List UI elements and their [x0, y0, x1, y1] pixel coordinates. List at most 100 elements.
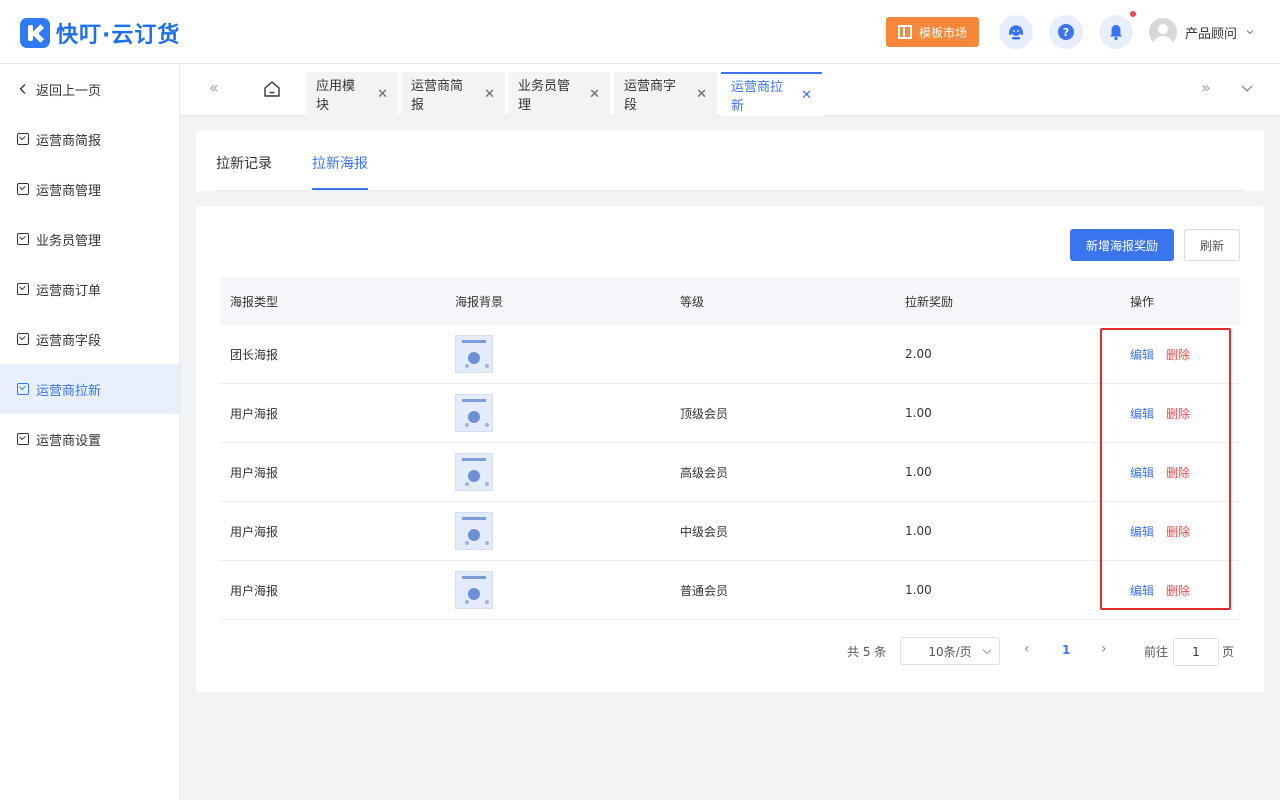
home-icon	[264, 81, 280, 97]
page-size-value: 10条/页	[928, 644, 972, 659]
tab-operator-fields[interactable]: 运营商字段 ✕	[614, 72, 717, 116]
menu-item-icon	[17, 133, 29, 145]
menu-item-icon	[17, 283, 29, 295]
subtabs-card: 拉新记录 拉新海报	[196, 131, 1264, 191]
close-icon[interactable]: ✕	[484, 87, 495, 102]
edit-button[interactable]: 编辑	[1130, 582, 1154, 599]
next-page-icon[interactable]: ›	[1101, 641, 1107, 657]
sidebar-item-settings[interactable]: 运营商设置	[0, 414, 179, 464]
delete-button[interactable]: 删除	[1166, 523, 1190, 540]
referral-reward: 1.00	[905, 583, 932, 597]
headset-icon	[1009, 25, 1023, 40]
sidebar-item-label: 运营商订单	[36, 283, 102, 299]
column-header-reward: 拉新奖励	[905, 294, 954, 309]
sidebar-item-operator-management[interactable]: 运营商管理	[0, 164, 179, 214]
sidebar-item-label: 运营商设置	[36, 433, 102, 449]
refresh-button[interactable]: 刷新	[1184, 229, 1240, 261]
tab-label: 运营商字段	[624, 79, 677, 113]
delete-button[interactable]: 删除	[1166, 582, 1190, 599]
sidebar-item-label: 运营商管理	[36, 183, 102, 199]
delete-button[interactable]: 删除	[1166, 405, 1190, 422]
sidebar-item-orders[interactable]: 运营商订单	[0, 264, 179, 314]
back-button[interactable]: 返回上一页	[0, 64, 179, 114]
chevron-down-icon	[982, 645, 992, 655]
poster-rewards-card: 新增海报奖励 刷新 海报类型 海报背景 等级 拉新奖励 操作 团长海报 2.00…	[196, 206, 1264, 692]
close-icon[interactable]: ✕	[589, 87, 600, 102]
tab-operator-brief[interactable]: 运营商简报 ✕	[401, 72, 505, 116]
chevron-down-icon[interactable]	[1240, 83, 1254, 95]
edit-button[interactable]: 编辑	[1130, 523, 1154, 540]
tab-app-modules[interactable]: 应用模块 ✕	[306, 72, 398, 116]
svg-text:?: ?	[1063, 26, 1069, 39]
user-name: 产品顾问	[1185, 26, 1238, 42]
referral-reward: 1.00	[905, 406, 932, 420]
close-icon[interactable]: ✕	[801, 88, 812, 103]
poster-type: 用户海报	[230, 465, 279, 480]
page-size-select[interactable]: 10条/页	[900, 637, 1000, 665]
poster-background-thumbnail[interactable]	[455, 335, 493, 373]
table-row: 用户海报 高级会员 1.00 编辑 删除	[220, 443, 1240, 502]
poster-background-thumbnail[interactable]	[455, 453, 493, 491]
template-icon	[897, 25, 912, 39]
app-logo[interactable]: 快叮·云订货	[20, 17, 180, 49]
chevron-left-icon	[19, 84, 26, 94]
sidebar-item-brief[interactable]: 运营商简报	[0, 114, 179, 164]
help-icon: ?	[1058, 24, 1074, 40]
poster-background-thumbnail[interactable]	[455, 394, 493, 432]
page-number-current[interactable]: 1	[1062, 643, 1070, 657]
help-button[interactable]: ?	[1049, 15, 1083, 49]
tab-operator-referral[interactable]: 运营商拉新 ✕	[721, 72, 822, 116]
back-label: 返回上一页	[36, 83, 102, 99]
poster-background-thumbnail[interactable]	[455, 512, 493, 550]
template-market-label: 模板市场	[918, 25, 967, 40]
member-level: 高级会员	[680, 465, 729, 480]
member-level: 普通会员	[680, 583, 729, 598]
customer-service-button[interactable]	[999, 15, 1033, 49]
top-header: 快叮·云订货 模板市场 ? 产品顾问	[0, 0, 1280, 64]
active-tab-indicator	[312, 188, 368, 190]
template-market-button[interactable]: 模板市场	[886, 17, 979, 47]
menu-item-icon	[17, 183, 29, 195]
edit-button[interactable]: 编辑	[1130, 464, 1154, 481]
tab-referral-posters[interactable]: 拉新海报	[312, 153, 368, 173]
sidebar-item-referral[interactable]: 运营商拉新	[0, 364, 179, 414]
tabs-scroll-right-icon[interactable]: »	[1201, 78, 1211, 97]
table-row: 团长海报 2.00 编辑 删除	[220, 325, 1240, 384]
sidebar-item-label: 运营商拉新	[36, 383, 102, 399]
close-icon[interactable]: ✕	[696, 87, 707, 102]
logo-icon	[20, 18, 50, 48]
menu-item-icon	[17, 233, 29, 245]
page-suffix-label: 页	[1222, 644, 1235, 659]
notification-button[interactable]	[1099, 15, 1133, 49]
column-header-background: 海报背景	[455, 294, 504, 309]
sidebar-item-label: 运营商字段	[36, 333, 102, 349]
referral-reward: 1.00	[905, 524, 932, 538]
poster-background-thumbnail[interactable]	[455, 571, 493, 609]
bell-icon	[1110, 25, 1122, 41]
column-header-actions: 操作	[1130, 294, 1155, 309]
poster-type: 用户海报	[230, 406, 279, 421]
user-menu[interactable]: 产品顾问	[1149, 18, 1255, 46]
tabs-scroll-left-icon[interactable]: «	[209, 78, 219, 97]
sidebar-item-salesman-management[interactable]: 业务员管理	[0, 214, 179, 264]
add-poster-reward-button[interactable]: 新增海报奖励	[1070, 229, 1174, 261]
home-tab[interactable]	[262, 79, 284, 101]
sidebar-item-fields[interactable]: 运营商字段	[0, 314, 179, 364]
edit-button[interactable]: 编辑	[1130, 405, 1154, 422]
goto-label: 前往	[1144, 644, 1169, 659]
table-row: 用户海报 普通会员 1.00 编辑 删除	[220, 561, 1240, 620]
sidebar-item-label: 运营商简报	[36, 133, 102, 149]
pagination-total: 共 5 条	[847, 644, 887, 659]
prev-page-icon[interactable]: ‹	[1024, 641, 1030, 657]
sidebar: 返回上一页 运营商简报 运营商管理 业务员管理 运营商订单 运营商字段 运营商拉…	[0, 64, 180, 800]
tab-salesman-management[interactable]: 业务员管理 ✕	[508, 72, 610, 116]
edit-button[interactable]: 编辑	[1130, 346, 1154, 363]
delete-button[interactable]: 删除	[1166, 464, 1190, 481]
referral-reward: 1.00	[905, 465, 932, 479]
tab-referral-records[interactable]: 拉新记录	[216, 153, 272, 173]
goto-page-input[interactable]	[1173, 638, 1219, 666]
notification-dot	[1130, 11, 1136, 17]
divider	[216, 190, 1244, 191]
delete-button[interactable]: 删除	[1166, 346, 1190, 363]
close-icon[interactable]: ✕	[377, 87, 388, 102]
